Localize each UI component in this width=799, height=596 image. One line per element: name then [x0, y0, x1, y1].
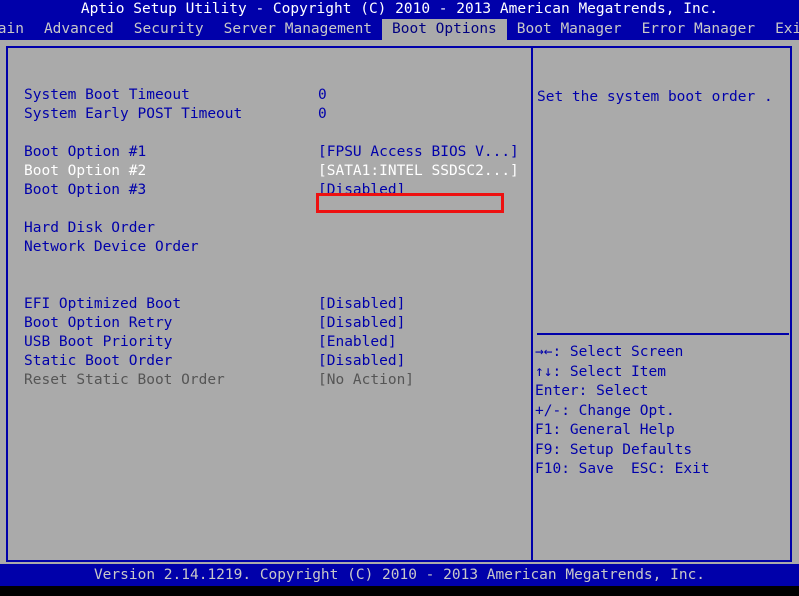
option-label: Static Boot Order	[24, 353, 173, 369]
setup-frame: System Boot Timeout 0 System Early POST Ti…	[0, 40, 799, 564]
option-value[interactable]: [FPSU Access BIOS V...]	[318, 143, 519, 162]
menu-tab-error-manager[interactable]: Error Manager	[632, 19, 766, 40]
legend-line: ↑↓: Select Item	[535, 363, 666, 380]
legend-line: F1: General Help	[535, 422, 675, 438]
option-row[interactable]: Boot Option Retry [Disabled]	[8, 314, 529, 333]
option-row[interactable]: Boot Option #3 [Disabled]	[8, 181, 529, 200]
legend-line: F9: Setup Defaults	[535, 441, 693, 458]
key-legend: →←: Select Screen ↑↓: Select Item Enter: S…	[535, 343, 791, 480]
bios-setup-screen: Aptio Setup Utility - Copyright (C) 2010…	[0, 0, 799, 596]
option-row[interactable]: Network Device Order	[8, 238, 529, 257]
option-row[interactable]: Hard Disk Order	[8, 219, 529, 238]
option-value: [No Action]	[318, 372, 415, 388]
option-row[interactable]: USB Boot Priority [Enabled]	[8, 333, 529, 352]
option-label: System Early POST Timeout	[24, 106, 243, 122]
option-row[interactable]: EFI Optimized Boot [Disabled]	[8, 295, 529, 314]
option-row[interactable]: Boot Option #2 [SATA1:INTEL SSDSC2...]	[8, 162, 529, 181]
option-label: Reset Static Boot Order	[24, 372, 225, 388]
boot-options-list: System Boot Timeout 0 System Early POST Ti…	[8, 48, 529, 560]
menu-tab-main[interactable]: Main	[0, 19, 34, 40]
menu-tab-security[interactable]: Security	[124, 19, 214, 40]
window-title: Aptio Setup Utility - Copyright (C) 2010…	[0, 0, 799, 19]
option-value[interactable]: [Enabled]	[318, 333, 397, 352]
help-panel: Set the system boot order .	[537, 88, 787, 107]
option-label: Boot Option #2	[24, 163, 147, 179]
option-row[interactable]: Boot Option #1 [FPSU Access BIOS V...]	[8, 143, 529, 162]
option-value[interactable]: [SATA1:INTEL SSDSC2...]	[318, 162, 519, 181]
status-bar-version: Version 2.14.1219. Copyright (C) 2010 - …	[0, 564, 799, 586]
option-value[interactable]: 0	[318, 86, 327, 105]
option-value[interactable]: [Disabled]	[318, 314, 405, 333]
option-label: Boot Option Retry	[24, 315, 173, 331]
panel-divider	[531, 46, 533, 562]
menu-tab-exit[interactable]: Exit	[765, 19, 799, 40]
help-separator	[537, 333, 789, 335]
option-row: Reset Static Boot Order [No Action]	[8, 371, 529, 390]
option-label: EFI Optimized Boot	[24, 296, 182, 312]
menu-tab-advanced[interactable]: Advanced	[34, 19, 124, 40]
option-label: Hard Disk Order	[24, 220, 155, 236]
menu-tab-server-management[interactable]: Server Management	[214, 19, 382, 40]
legend-line: +/-: Change Opt.	[535, 402, 675, 419]
option-label: Boot Option #3	[24, 182, 147, 198]
menu-tab-boot-manager[interactable]: Boot Manager	[507, 19, 632, 40]
help-description: Set the system boot order .	[537, 89, 773, 105]
option-row[interactable]: System Boot Timeout 0	[8, 86, 529, 105]
option-label: Boot Option #1	[24, 144, 147, 160]
option-row[interactable]: System Early POST Timeout 0	[8, 105, 529, 124]
legend-line: →←: Select Screen	[535, 344, 684, 360]
option-label: Network Device Order	[24, 239, 199, 255]
option-value[interactable]: [Disabled]	[318, 181, 405, 200]
main-menu-bar: MainAdvancedSecurityServer ManagementBoo…	[0, 19, 799, 40]
option-value[interactable]: 0	[318, 105, 327, 124]
screen-bottom-margin	[0, 586, 799, 596]
option-label: System Boot Timeout	[24, 87, 190, 103]
legend-line: Enter: Select	[535, 383, 649, 399]
menu-tab-boot-options[interactable]: Boot Options	[382, 19, 507, 40]
legend-line: F10: Save ESC: Exit	[535, 461, 710, 477]
option-label: USB Boot Priority	[24, 334, 173, 350]
option-value[interactable]: [Disabled]	[318, 295, 405, 314]
option-value[interactable]: [Disabled]	[318, 352, 405, 371]
option-row[interactable]: Static Boot Order [Disabled]	[8, 352, 529, 371]
